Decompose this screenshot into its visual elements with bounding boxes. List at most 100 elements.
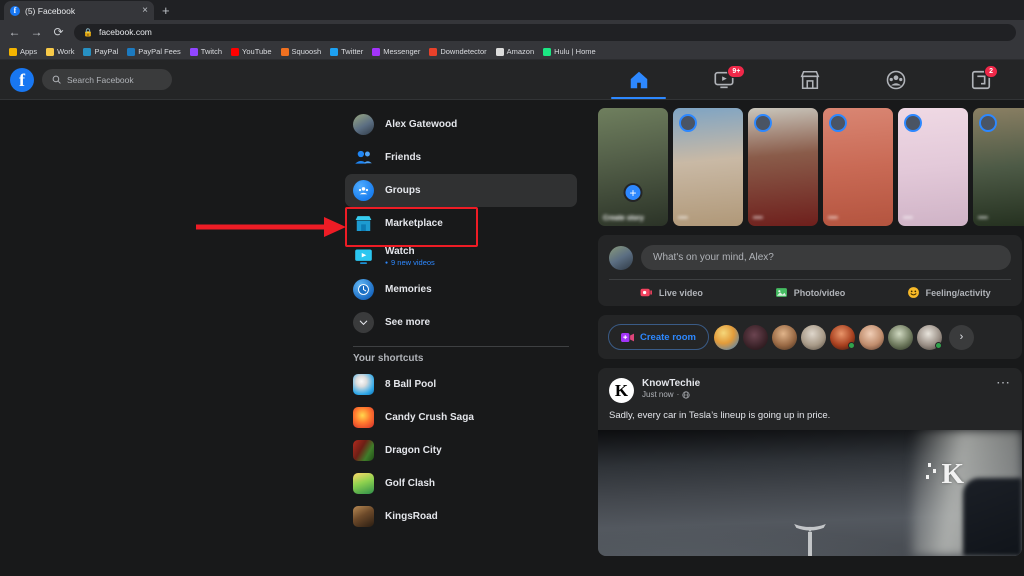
- user-avatar[interactable]: [609, 245, 633, 270]
- new-tab-button[interactable]: +: [162, 3, 170, 18]
- story-card[interactable]: ••••: [748, 108, 818, 226]
- sidebar-item-marketplace[interactable]: Marketplace: [345, 207, 577, 240]
- story-label: ••••: [828, 215, 838, 222]
- chevron-right-icon[interactable]: ›: [948, 324, 974, 350]
- nav-gaming[interactable]: 2: [938, 60, 1024, 99]
- bookmark-item[interactable]: Hulu | Home: [540, 47, 599, 56]
- dragon-city-icon: [353, 440, 374, 461]
- room-contact-avatar[interactable]: [916, 324, 942, 350]
- more-options-icon[interactable]: ⋯: [996, 375, 1011, 390]
- add-story-icon[interactable]: +: [623, 183, 643, 202]
- room-contact-avatar[interactable]: [829, 324, 855, 350]
- browser-tab[interactable]: f (5) Facebook ×: [4, 1, 154, 20]
- bookmark-icon: [127, 47, 136, 56]
- nav-groups[interactable]: [853, 60, 939, 99]
- bookmark-item[interactable]: Messenger: [369, 47, 423, 56]
- room-contact-avatar[interactable]: [800, 324, 826, 350]
- close-icon[interactable]: ×: [142, 5, 148, 16]
- tesla-logo: [794, 523, 826, 556]
- bookmark-item[interactable]: YouTube: [228, 47, 274, 56]
- watch-icon: [353, 246, 374, 267]
- bookmark-item[interactable]: Apps: [6, 47, 40, 56]
- shortcut-item[interactable]: KingsRoad: [345, 500, 577, 533]
- active-tab-underline: [611, 96, 667, 99]
- story-card[interactable]: ••••: [898, 108, 968, 226]
- create-story-card[interactable]: + Create story: [598, 108, 668, 226]
- post-time-text: Just now: [642, 390, 674, 399]
- post-author-name[interactable]: KnowTechie: [642, 378, 988, 389]
- post-meta: KnowTechie Just now ·: [642, 378, 988, 399]
- sidebar-item-alex-gatewood[interactable]: Alex Gatewood: [345, 108, 577, 141]
- photo-video-icon: [775, 286, 788, 299]
- bookmark-icon: [46, 47, 55, 56]
- story-card[interactable]: ••••: [973, 108, 1024, 226]
- bookmark-item[interactable]: Amazon: [493, 47, 538, 56]
- bookmark-item[interactable]: Work: [43, 47, 77, 56]
- composer-input[interactable]: What's on your mind, Alex?: [641, 245, 1011, 270]
- nav-home[interactable]: [596, 60, 682, 99]
- forward-icon[interactable]: →: [30, 25, 43, 39]
- post-text: Sadly, every car in Tesla’s lineup is go…: [609, 410, 831, 421]
- composer-action-label: Photo/video: [793, 287, 846, 298]
- globe-icon: [682, 390, 690, 399]
- shortcut-item[interactable]: Candy Crush Saga: [345, 401, 577, 434]
- bookmark-item[interactable]: Twitter: [327, 47, 366, 56]
- bookmark-item[interactable]: PayPal: [80, 47, 121, 56]
- bookmark-item[interactable]: PayPal Fees: [124, 47, 184, 56]
- address-bar[interactable]: 🔒 facebook.com: [74, 23, 1016, 41]
- composer-action-photo-video[interactable]: Photo/video: [741, 286, 880, 299]
- post-header: K KnowTechie Just now · ⋯: [598, 368, 1022, 403]
- shortcut-item[interactable]: Golf Clash: [345, 467, 577, 500]
- story-author-avatar: [904, 114, 922, 132]
- facebook-logo[interactable]: f: [10, 67, 34, 92]
- bookmark-item[interactable]: Downdetector: [426, 47, 489, 56]
- sidebar-item-friends[interactable]: Friends: [345, 141, 577, 174]
- bookmark-icon: [231, 47, 240, 56]
- sidebar-item-see-more[interactable]: See more: [345, 306, 577, 339]
- post-image[interactable]: K: [598, 430, 1022, 556]
- create-room-button[interactable]: Create room: [608, 324, 709, 350]
- sidebar-item-watch[interactable]: Watch9 new videos: [345, 240, 577, 273]
- story-card[interactable]: ••••: [673, 108, 743, 226]
- sidebar-item-label: Watch: [385, 246, 415, 257]
- composer-action-live-video[interactable]: Live video: [602, 286, 741, 299]
- shortcut-item[interactable]: Dragon City: [345, 434, 577, 467]
- sidebar-item-label: See more: [385, 317, 431, 328]
- video-camera-icon: [621, 332, 634, 342]
- bookmark-item[interactable]: Squoosh: [278, 47, 325, 56]
- browser-toolbar: ← → ⟳ 🔒 facebook.com: [0, 20, 1024, 44]
- bookmark-label: Downdetector: [440, 47, 487, 56]
- sidebar-item-sublabel: 9 new videos: [385, 258, 435, 267]
- feeling-activity-icon: [907, 286, 920, 299]
- bookmark-item[interactable]: Twitch: [187, 47, 225, 56]
- room-contact-avatar[interactable]: [742, 324, 768, 350]
- room-contact-avatar[interactable]: [858, 324, 884, 350]
- online-status-dot: [847, 341, 855, 349]
- bookmark-label: Messenger: [383, 47, 421, 56]
- stories-row: + Create story •••• •••• •••• •••• ••••: [596, 100, 1024, 226]
- lock-icon: 🔒: [83, 27, 93, 37]
- nav-watch[interactable]: 9+: [682, 60, 768, 99]
- profile-avatar: [353, 114, 374, 135]
- groups-icon: [353, 180, 374, 201]
- story-card[interactable]: ••••: [823, 108, 893, 226]
- sidebar-item-memories[interactable]: Memories: [345, 273, 577, 306]
- bookmark-label: Work: [57, 47, 75, 56]
- sidebar-item-groups[interactable]: Groups: [345, 174, 577, 207]
- room-contact-avatar[interactable]: [771, 324, 797, 350]
- facebook-top-bar: f Search Facebook 9+ 2: [0, 60, 1024, 100]
- golf-clash-icon: [353, 473, 374, 494]
- search-input[interactable]: Search Facebook: [42, 69, 172, 90]
- reload-icon[interactable]: ⟳: [52, 25, 65, 39]
- sidebar-item-label: Alex Gatewood: [385, 119, 458, 130]
- room-contact-avatar[interactable]: [713, 324, 739, 350]
- bookmark-icon: [495, 47, 504, 56]
- post-author-avatar[interactable]: K: [609, 378, 634, 403]
- shortcut-item[interactable]: 8 Ball Pool: [345, 368, 577, 401]
- composer-action-feeling-activity[interactable]: Feeling/activity: [879, 286, 1018, 299]
- facebook-icon: f: [10, 5, 20, 16]
- 8-ball-pool-icon: [353, 374, 374, 395]
- room-contact-avatar[interactable]: [887, 324, 913, 350]
- back-icon[interactable]: ←: [8, 25, 21, 39]
- nav-marketplace[interactable]: [767, 60, 853, 99]
